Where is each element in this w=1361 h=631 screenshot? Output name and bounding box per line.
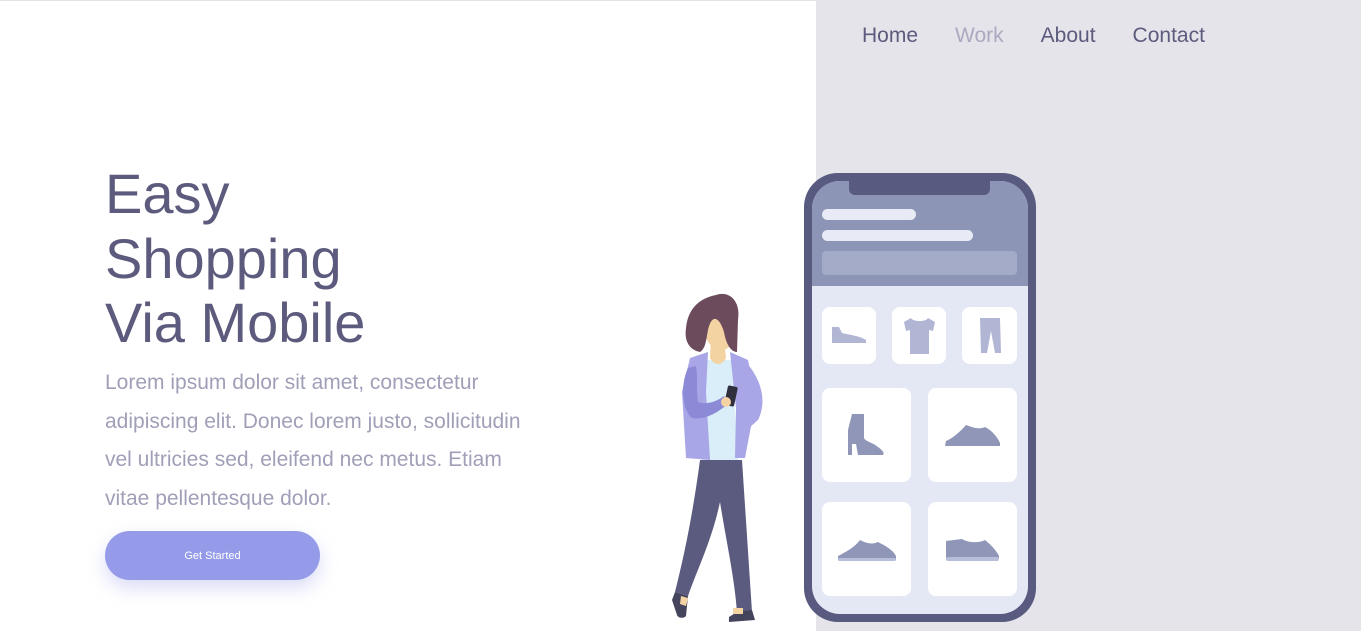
phone-illustration	[804, 173, 1036, 622]
woman-hand	[721, 397, 731, 407]
woman-ankle	[733, 608, 743, 614]
shopping-illustration	[672, 173, 1036, 622]
header-line-2	[822, 230, 973, 241]
sneaker-sole	[838, 558, 896, 561]
woman-pants	[675, 460, 752, 613]
phone-notch	[849, 179, 990, 195]
search-bar-shape	[822, 251, 1017, 275]
product-card	[822, 388, 911, 482]
sneaker-sole	[946, 557, 999, 561]
woman-figure	[672, 293, 763, 622]
header-line-1	[822, 209, 916, 220]
